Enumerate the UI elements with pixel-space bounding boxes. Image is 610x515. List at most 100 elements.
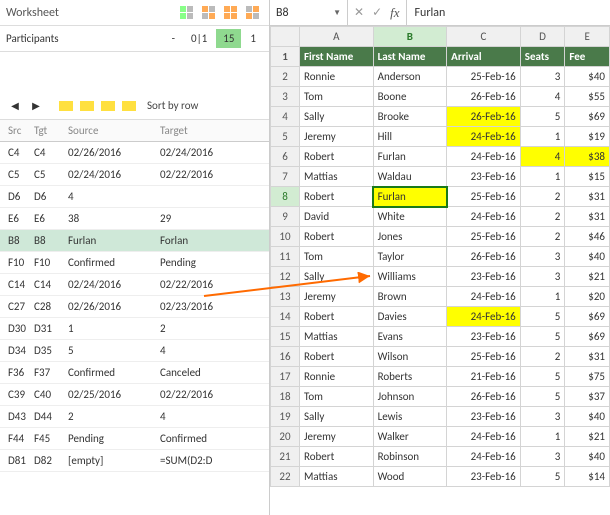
grid-cell[interactable]: David: [299, 207, 373, 227]
row-header[interactable]: 11: [271, 247, 300, 267]
grid-cell[interactable]: Robert: [299, 347, 373, 367]
diff-row[interactable]: C27C2802/26/201602/23/2016: [0, 296, 269, 318]
grid-cell[interactable]: Wilson: [373, 347, 447, 367]
row-header[interactable]: 16: [271, 347, 300, 367]
row-header[interactable]: 5: [271, 127, 300, 147]
grid-cell[interactable]: $69: [565, 327, 610, 347]
nav-jump-last-icon[interactable]: [120, 97, 138, 115]
grid-cell[interactable]: 3: [520, 447, 565, 467]
grid-cell[interactable]: Mattias: [299, 167, 373, 187]
grid-cell[interactable]: Furlan: [373, 187, 447, 207]
row-header[interactable]: 21: [271, 447, 300, 467]
sort-label[interactable]: Sort by row: [147, 99, 198, 112]
part-val-2[interactable]: 15: [216, 29, 241, 48]
row-header[interactable]: 18: [271, 387, 300, 407]
view-icon-1[interactable]: [177, 4, 197, 22]
grid-cell[interactable]: Ronnie: [299, 67, 373, 87]
grid-cell[interactable]: $15: [565, 167, 610, 187]
grid-cell[interactable]: $69: [565, 107, 610, 127]
col-header[interactable]: B: [373, 27, 447, 47]
grid-cell[interactable]: Furlan: [373, 147, 447, 167]
diff-row[interactable]: C39C4002/25/201602/22/2016: [0, 384, 269, 406]
grid-cell[interactable]: 24-Feb-16: [447, 447, 521, 467]
grid-cell[interactable]: Lewis: [373, 407, 447, 427]
diff-row[interactable]: F44F45PendingConfirmed: [0, 428, 269, 450]
grid-cell[interactable]: 5: [520, 387, 565, 407]
grid-cell[interactable]: 25-Feb-16: [447, 187, 521, 207]
grid-cell[interactable]: 26-Feb-16: [447, 87, 521, 107]
grid-cell[interactable]: Jones: [373, 227, 447, 247]
grid-cell[interactable]: 26-Feb-16: [447, 247, 521, 267]
grid-cell[interactable]: 3: [520, 407, 565, 427]
diff-row[interactable]: D30D3112: [0, 318, 269, 340]
grid-cell[interactable]: $31: [565, 347, 610, 367]
nav-jump-next-icon[interactable]: [99, 97, 117, 115]
grid-cell[interactable]: $14: [565, 467, 610, 487]
row-header[interactable]: 10: [271, 227, 300, 247]
grid-cell[interactable]: Tom: [299, 87, 373, 107]
grid-cell[interactable]: 25-Feb-16: [447, 67, 521, 87]
grid-cell[interactable]: 25-Feb-16: [447, 347, 521, 367]
diff-row[interactable]: D81D82[empty]=SUM(D2:D: [0, 450, 269, 472]
col-header[interactable]: [271, 27, 300, 47]
diff-row[interactable]: C5C502/24/201602/22/2016: [0, 164, 269, 186]
grid-cell[interactable]: $21: [565, 267, 610, 287]
grid-cell[interactable]: 26-Feb-16: [447, 387, 521, 407]
grid-cell[interactable]: 24-Feb-16: [447, 287, 521, 307]
part-val-0[interactable]: -: [165, 29, 182, 48]
grid-header-cell[interactable]: Arrival: [447, 47, 521, 67]
diff-row[interactable]: E6E63829: [0, 208, 269, 230]
col-header[interactable]: A: [299, 27, 373, 47]
diff-row[interactable]: B8B8FurlanForlan: [0, 230, 269, 252]
grid-cell[interactable]: 1: [520, 127, 565, 147]
grid-cell[interactable]: $31: [565, 207, 610, 227]
grid-cell[interactable]: Waldau: [373, 167, 447, 187]
grid-cell[interactable]: Brooke: [373, 107, 447, 127]
grid-cell[interactable]: Hill: [373, 127, 447, 147]
diff-row[interactable]: F36F37ConfirmedCanceled: [0, 362, 269, 384]
grid-cell[interactable]: 3: [520, 267, 565, 287]
grid-cell[interactable]: $75: [565, 367, 610, 387]
grid-cell[interactable]: 3: [520, 67, 565, 87]
view-icon-3[interactable]: [221, 4, 241, 22]
grid-cell[interactable]: Ronnie: [299, 367, 373, 387]
grid-cell[interactable]: Jeremy: [299, 287, 373, 307]
grid-cell[interactable]: Mattias: [299, 327, 373, 347]
grid-cell[interactable]: 25-Feb-16: [447, 227, 521, 247]
grid-header-cell[interactable]: Fee: [565, 47, 610, 67]
grid-cell[interactable]: Robinson: [373, 447, 447, 467]
diff-hdr-target[interactable]: Target: [160, 124, 269, 137]
nav-jump-prev-icon[interactable]: [78, 97, 96, 115]
diff-row[interactable]: C4C402/26/201602/24/2016: [0, 142, 269, 164]
fx-icon[interactable]: fx: [390, 5, 399, 21]
grid-cell[interactable]: 2: [520, 347, 565, 367]
grid-cell[interactable]: Walker: [373, 427, 447, 447]
diff-hdr-source[interactable]: Source: [68, 124, 160, 137]
col-header[interactable]: C: [447, 27, 521, 47]
diff-hdr-src[interactable]: Src: [0, 124, 34, 137]
nav-next-icon[interactable]: ▶: [27, 97, 45, 115]
row-header[interactable]: 3: [271, 87, 300, 107]
view-icon-4[interactable]: [243, 4, 263, 22]
grid-cell[interactable]: 5: [520, 307, 565, 327]
row-header[interactable]: 2: [271, 67, 300, 87]
grid-cell[interactable]: 2: [520, 187, 565, 207]
grid-cell[interactable]: 23-Feb-16: [447, 327, 521, 347]
grid-cell[interactable]: Wood: [373, 467, 447, 487]
grid-cell[interactable]: Evans: [373, 327, 447, 347]
grid-cell[interactable]: 26-Feb-16: [447, 107, 521, 127]
grid-cell[interactable]: 1: [520, 167, 565, 187]
row-header[interactable]: 8: [271, 187, 300, 207]
grid-cell[interactable]: $20: [565, 287, 610, 307]
grid-cell[interactable]: 4: [520, 87, 565, 107]
fb-accept-icon[interactable]: ✓: [372, 5, 382, 20]
grid-cell[interactable]: Williams: [373, 267, 447, 287]
grid-cell[interactable]: $55: [565, 87, 610, 107]
grid-cell[interactable]: Jeremy: [299, 127, 373, 147]
grid-cell[interactable]: 1: [520, 287, 565, 307]
part-val-3[interactable]: 1: [243, 29, 263, 48]
grid-cell[interactable]: Brown: [373, 287, 447, 307]
grid-cell[interactable]: Tom: [299, 387, 373, 407]
grid-cell[interactable]: 23-Feb-16: [447, 407, 521, 427]
grid-cell[interactable]: $69: [565, 307, 610, 327]
